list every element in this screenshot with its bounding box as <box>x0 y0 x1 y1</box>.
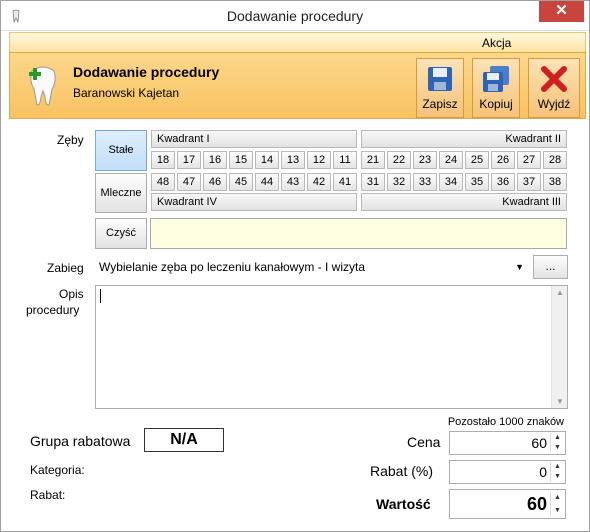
discount-group-label: Grupa rabatowa <box>30 433 131 449</box>
tooth-button[interactable]: 47 <box>177 173 201 191</box>
procedure-browse-button[interactable]: ... <box>533 255 568 279</box>
tooth-button[interactable]: 48 <box>151 173 175 191</box>
description-textarea[interactable]: ▲ ▼ <box>95 285 568 409</box>
teeth-label: Zęby <box>57 133 84 147</box>
discount-pct-spinner[interactable]: ▲ ▼ <box>550 462 564 482</box>
value-output: 60 ▲ ▼ <box>449 489 566 519</box>
price-label: Cena <box>407 434 441 450</box>
tooth-button[interactable]: 35 <box>465 173 489 191</box>
price-input[interactable]: 60 ▲ ▼ <box>449 431 566 455</box>
tooth-button[interactable]: 34 <box>439 173 463 191</box>
tooth-button[interactable]: 15 <box>229 151 253 169</box>
selected-teeth-field[interactable] <box>150 218 567 249</box>
tooth-button[interactable]: 44 <box>255 173 279 191</box>
quadrant-iv-button[interactable]: Kwadrant IV <box>151 193 357 211</box>
title-bar: Dodawanie procedury ✕ <box>1 1 589 31</box>
red-x-icon <box>541 66 567 92</box>
tab-akcja[interactable]: Akcja <box>482 36 511 50</box>
text-cursor <box>100 289 101 303</box>
window-title: Dodawanie procedury <box>226 8 364 24</box>
tooth-button[interactable]: 42 <box>307 173 331 191</box>
tooth-button[interactable]: 43 <box>281 173 305 191</box>
procedure-label: Zabieg <box>47 261 84 275</box>
discount-group-value: N/A <box>144 428 224 452</box>
tooth-button[interactable]: 38 <box>543 173 567 191</box>
tooth-button[interactable]: 27 <box>517 151 541 169</box>
procedure-selected-value: Wybielanie zęba po leczeniu kanałowym - … <box>99 260 366 274</box>
tooth-button[interactable]: 16 <box>203 151 227 169</box>
ribbon: Dodawanie procedury Baranowski Kajetan Z… <box>9 52 586 119</box>
patient-name: Baranowski Kajetan <box>73 86 180 100</box>
copy-label: Kopiuj <box>479 97 513 111</box>
value-amount: 60 <box>526 494 547 514</box>
discount-label: Rabat: <box>30 488 66 502</box>
exit-label: Wyjdź <box>537 97 571 111</box>
milk-teeth-button[interactable]: Mleczne <box>95 173 147 213</box>
tooth-button[interactable]: 37 <box>517 173 541 191</box>
value-label: Wartość <box>376 496 431 512</box>
copy-floppy-icon <box>483 66 509 92</box>
category-label: Kategoria: <box>30 463 85 477</box>
tooth-button[interactable]: 25 <box>465 151 489 169</box>
tooth-button[interactable]: 41 <box>333 173 357 191</box>
exit-button[interactable]: Wyjdź <box>528 58 580 118</box>
discount-pct-input[interactable]: 0 ▲ ▼ <box>449 460 566 484</box>
tooth-button[interactable]: 46 <box>203 173 227 191</box>
quadrant-iii-button[interactable]: Kwadrant III <box>361 193 567 211</box>
description-scrollbar[interactable]: ▲ ▼ <box>551 286 567 408</box>
tooth-add-icon <box>29 66 56 106</box>
save-label: Zapisz <box>422 97 458 111</box>
tooth-button[interactable]: 21 <box>361 151 385 169</box>
permanent-teeth-button[interactable]: Stałe <box>95 130 147 171</box>
dialog-window: Dodawanie procedury ✕ Akcja Dodawanie pr… <box>0 0 590 532</box>
tooth-button[interactable]: 36 <box>491 173 515 191</box>
ribbon-title: Dodawanie procedury <box>73 64 220 80</box>
tooth-button[interactable]: 28 <box>543 151 567 169</box>
value-spinner[interactable]: ▲ ▼ <box>550 491 564 517</box>
ribbon-tab-bar: Akcja <box>9 32 586 52</box>
char-counter: Pozostało 1000 znaków <box>447 416 564 428</box>
discount-pct-value: 0 <box>539 464 547 480</box>
clear-button[interactable]: Czyść <box>95 218 147 249</box>
tooth-button[interactable]: 26 <box>491 151 515 169</box>
floppy-disk-icon <box>428 67 452 91</box>
tooth-button[interactable]: 11 <box>333 151 357 169</box>
discount-pct-label: Rabat (%) <box>370 463 434 479</box>
tooth-button[interactable]: 12 <box>307 151 331 169</box>
scroll-up-icon[interactable]: ▲ <box>556 288 564 297</box>
description-label-line1: Opis <box>59 287 84 301</box>
chevron-down-icon[interactable]: ▼ <box>515 255 524 279</box>
tooth-button[interactable]: 24 <box>439 151 463 169</box>
tooth-button[interactable]: 32 <box>387 173 411 191</box>
description-label-line2: procedury <box>26 303 80 317</box>
tooth-button[interactable]: 33 <box>413 173 437 191</box>
quadrant-ii-button[interactable]: Kwadrant II <box>361 130 567 148</box>
save-button[interactable]: Zapisz <box>416 58 464 118</box>
close-button[interactable]: ✕ <box>539 1 584 22</box>
tooth-button[interactable]: 18 <box>151 151 175 169</box>
copy-button[interactable]: Kopiuj <box>472 58 520 118</box>
tooth-button[interactable]: 17 <box>177 151 201 169</box>
tooth-button[interactable]: 14 <box>255 151 279 169</box>
price-spinner[interactable]: ▲ ▼ <box>550 433 564 453</box>
tooth-button[interactable]: 23 <box>413 151 437 169</box>
tooth-button[interactable]: 13 <box>281 151 305 169</box>
scroll-down-icon[interactable]: ▼ <box>556 397 564 406</box>
procedure-select[interactable]: Wybielanie zęba po leczeniu kanałowym - … <box>95 255 528 279</box>
tooth-button[interactable]: 31 <box>361 173 385 191</box>
price-value: 60 <box>531 435 547 451</box>
quadrant-i-button[interactable]: Kwadrant I <box>151 130 357 148</box>
tooth-button[interactable]: 45 <box>229 173 253 191</box>
tooth-button[interactable]: 22 <box>387 151 411 169</box>
